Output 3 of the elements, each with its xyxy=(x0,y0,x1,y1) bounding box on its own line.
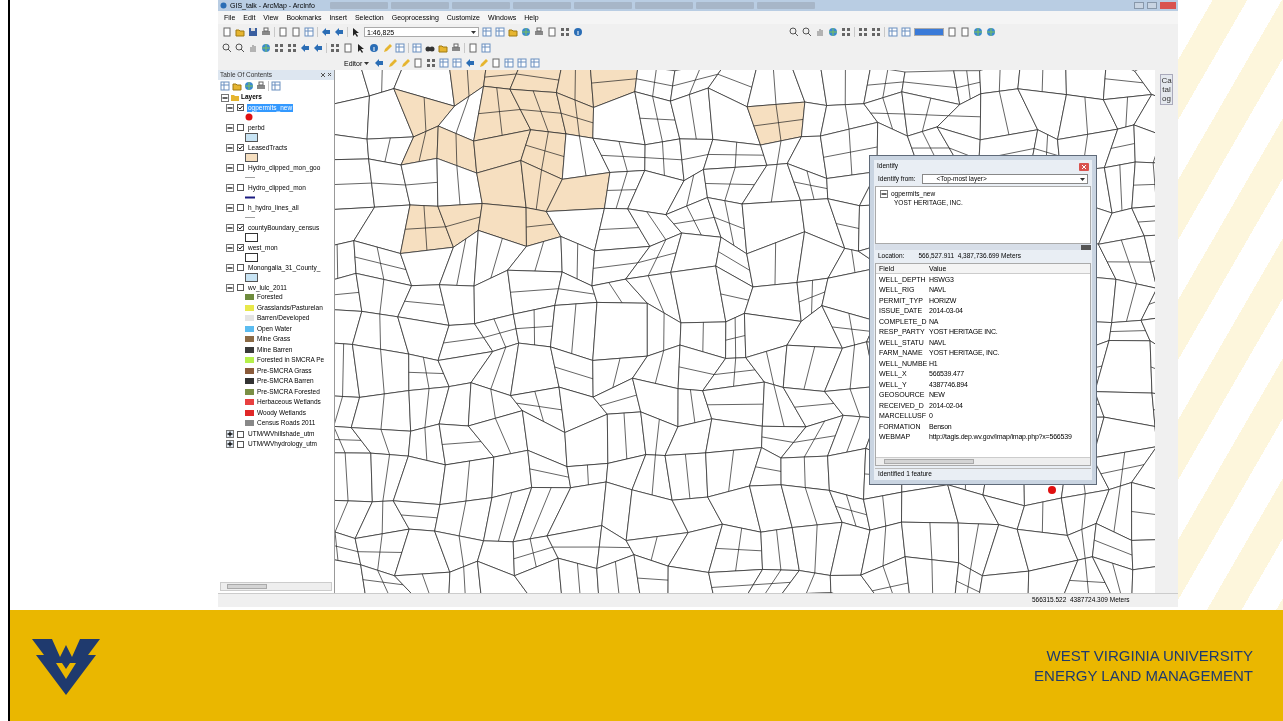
program-name: ENERGY LAND MANAGEMENT xyxy=(1034,665,1253,686)
catalog-tab[interactable]: Catalog xyxy=(1160,74,1173,105)
university-name: WEST VIRGINIA UNIVERSITY xyxy=(1046,645,1253,666)
